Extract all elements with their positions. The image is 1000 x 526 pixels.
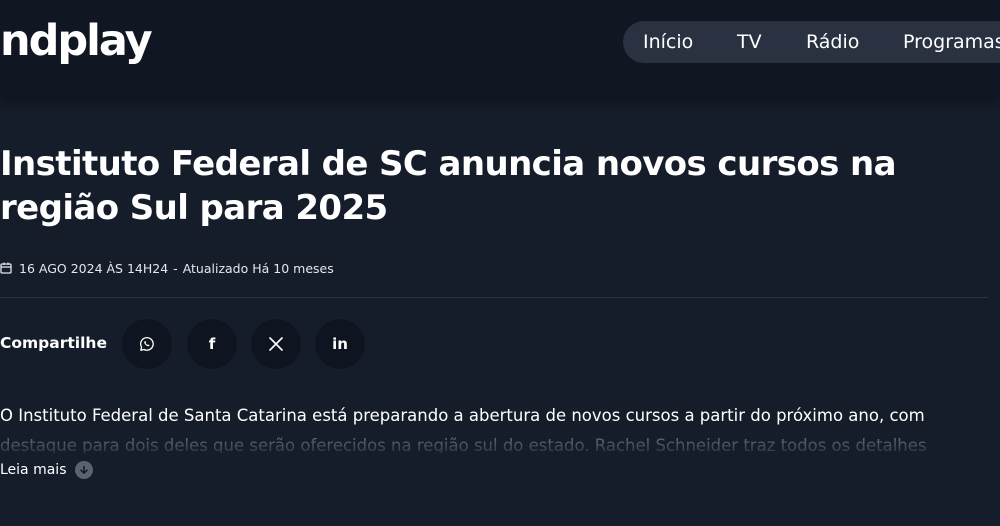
article-meta: 16 AGO 2024 ÀS 14H24 - Atualizado Há 10 … [0, 259, 334, 277]
nav-item-radio[interactable]: Rádio [806, 21, 859, 63]
chevron-down-icon [74, 461, 93, 479]
nav-item-programas[interactable]: Programas [903, 21, 1000, 63]
calendar-icon [0, 262, 12, 274]
facebook-icon: f [208, 335, 216, 353]
divider [0, 297, 988, 298]
article-lead: O Instituto Federal de Santa Catarina es… [0, 401, 1000, 453]
share-linkedin-button[interactable]: in [315, 319, 365, 369]
lead-line-1: O Instituto Federal de Santa Catarina es… [0, 406, 925, 425]
site-header: ndplay Início TV Rádio Programas [0, 0, 1000, 96]
updated-time: Atualizado Há 10 meses [182, 260, 334, 276]
x-icon [269, 337, 283, 351]
publish-date: 16 AGO 2024 ÀS 14H24 [19, 260, 169, 276]
read-more-label: Leia mais [0, 462, 67, 478]
share-x-button[interactable] [251, 319, 301, 369]
site-logo[interactable]: ndplay [0, 14, 153, 68]
page: ndplay Início TV Rádio Programas Institu… [0, 0, 1000, 526]
read-more-button[interactable]: Leia mais [0, 461, 93, 479]
article-title: Instituto Federal de SC anuncia novos cu… [0, 144, 897, 228]
linkedin-icon: in [332, 335, 348, 353]
share-facebook-button[interactable]: f [187, 319, 237, 369]
meta-separator: - [173, 260, 178, 276]
main-nav: Início TV Rádio Programas [623, 21, 1000, 63]
nav-item-tv[interactable]: TV [737, 21, 762, 63]
lead-line-2-faded: destaque para dois deles que serão ofere… [0, 436, 927, 453]
share-whatsapp-button[interactable] [122, 319, 172, 369]
nav-item-inicio[interactable]: Início [643, 21, 693, 63]
whatsapp-icon [139, 336, 155, 352]
share-label: Compartilhe [0, 334, 107, 352]
